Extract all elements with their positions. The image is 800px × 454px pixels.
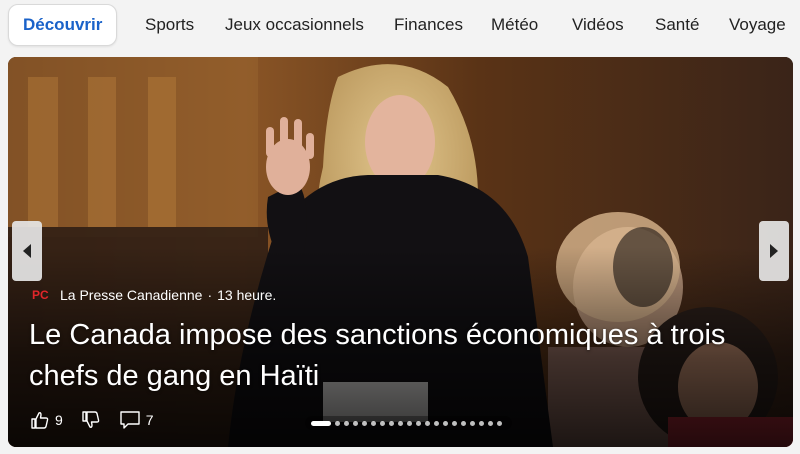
carousel-prev-button[interactable] xyxy=(12,221,42,281)
like-count: 9 xyxy=(55,412,63,428)
article-time: 13 heure. xyxy=(217,287,277,303)
carousel-dot[interactable] xyxy=(389,420,394,426)
dislike-button[interactable] xyxy=(81,410,101,430)
thumbs-down-icon xyxy=(82,411,100,428)
like-button[interactable]: 9 xyxy=(30,410,63,430)
carousel-dot[interactable] xyxy=(443,420,448,426)
tab-sports[interactable]: Sports xyxy=(145,0,194,50)
carousel-dot[interactable] xyxy=(371,420,376,426)
carousel-dot[interactable] xyxy=(398,420,403,426)
carousel-dot[interactable] xyxy=(461,420,466,426)
article-actions: 9 7 xyxy=(30,407,172,433)
tab-voyage[interactable]: Voyage xyxy=(729,0,786,50)
carousel-dot[interactable] xyxy=(344,420,349,426)
carousel-dot[interactable] xyxy=(335,420,340,426)
source-logo: PC xyxy=(32,288,49,302)
article-source[interactable]: PC La Presse Canadienne · 13 heure. xyxy=(32,286,276,304)
carousel-dot[interactable] xyxy=(452,420,457,426)
comment-icon xyxy=(120,411,140,429)
carousel-dot[interactable] xyxy=(470,420,475,426)
carousel-dot[interactable] xyxy=(407,420,412,426)
carousel-next-button[interactable] xyxy=(759,221,789,281)
carousel-dot[interactable] xyxy=(416,420,421,426)
tab-sante[interactable]: Santé xyxy=(655,0,699,50)
tab-decouvrir[interactable]: Découvrir xyxy=(8,4,118,46)
carousel-dot[interactable] xyxy=(497,420,502,426)
carousel-dot[interactable] xyxy=(362,420,367,426)
source-separator: · xyxy=(207,287,213,303)
carousel-dot[interactable] xyxy=(380,420,385,426)
hero-article-card[interactable]: PC La Presse Canadienne · 13 heure. Le C… xyxy=(8,57,793,447)
carousel-dots[interactable] xyxy=(305,416,512,430)
thumbs-up-icon xyxy=(31,412,49,429)
carousel-dot[interactable] xyxy=(425,420,430,426)
tab-jeux-occasionnels[interactable]: Jeux occasionnels xyxy=(225,0,364,50)
tab-videos[interactable]: Vidéos xyxy=(572,0,624,50)
chevron-right-icon xyxy=(770,244,778,258)
carousel-dot[interactable] xyxy=(353,420,358,426)
carousel-dot[interactable] xyxy=(488,420,493,426)
tab-finances[interactable]: Finances xyxy=(394,0,463,50)
comment-button[interactable]: 7 xyxy=(119,410,154,430)
chevron-left-icon xyxy=(23,244,31,258)
category-nav: Découvrir Sports Jeux occasionnels Finan… xyxy=(0,0,800,54)
carousel-dot[interactable] xyxy=(311,420,331,426)
carousel-dot[interactable] xyxy=(434,420,439,426)
comment-count: 7 xyxy=(145,412,154,428)
article-headline[interactable]: Le Canada impose des sanctions économiqu… xyxy=(29,315,789,397)
tab-meteo[interactable]: Météo xyxy=(491,0,538,50)
source-name: La Presse Canadienne xyxy=(60,287,203,303)
carousel-dot[interactable] xyxy=(479,420,484,426)
